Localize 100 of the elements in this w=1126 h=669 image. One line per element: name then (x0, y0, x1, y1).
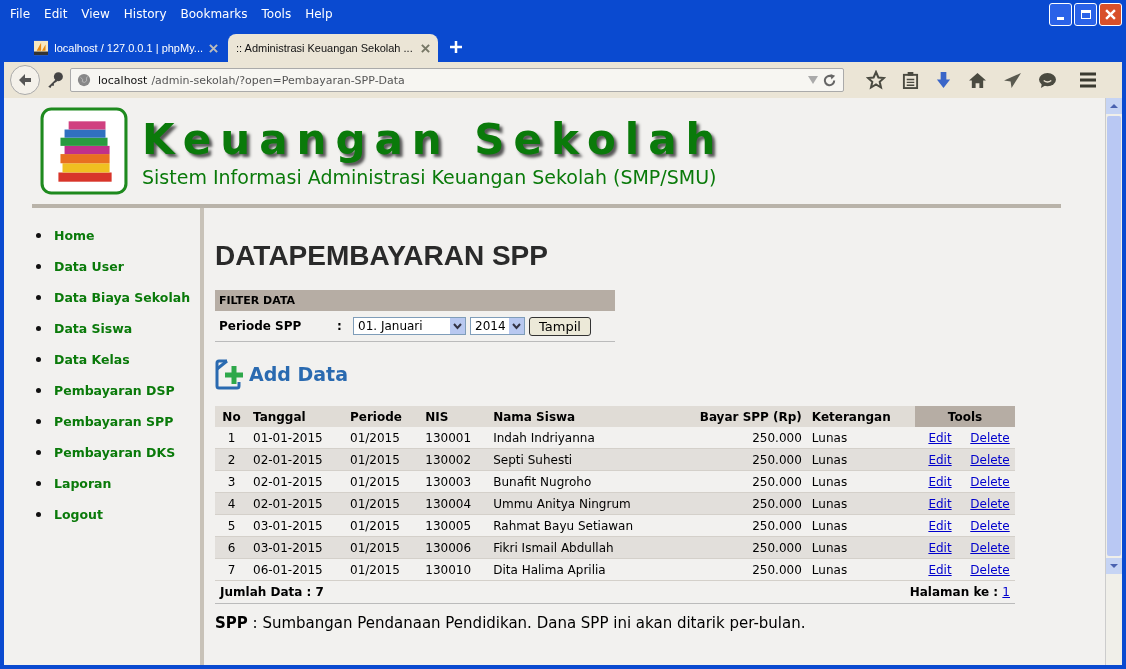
period-cell: 01/2015 (345, 536, 421, 559)
site-title: Keuangan Sekolah (142, 114, 725, 166)
field-label: Periode SPP (218, 319, 303, 333)
nis-cell: 130005 (420, 514, 489, 537)
menu-item[interactable]: Edit (44, 7, 68, 21)
sidebar-link[interactable]: Home (54, 228, 95, 243)
menu-item[interactable]: Help (305, 7, 333, 21)
amount-cell: 250.000 (670, 558, 807, 581)
amount-cell: 250.000 (670, 448, 807, 471)
scrollbar[interactable] (1105, 98, 1122, 665)
row-action-link[interactable]: Edit (928, 474, 952, 489)
number-cell: 6 (215, 536, 248, 559)
row-action-link[interactable]: Delete (970, 474, 1010, 489)
browser-tab[interactable]: localhost / 127.0.0.1 | phpMy... (26, 34, 226, 62)
row-action-link[interactable]: Edit (928, 518, 952, 533)
page-label: Halaman ke : (909, 585, 999, 599)
maximize-button[interactable] (1074, 2, 1097, 26)
period-cell: 01/2015 (345, 558, 421, 581)
date-cell: 02-01-2015 (248, 492, 345, 515)
number-cell: 3 (215, 470, 248, 493)
scroll-down-button[interactable] (1106, 558, 1122, 574)
row-action-link[interactable]: Edit (928, 562, 952, 577)
bullet-icon (36, 450, 41, 455)
menu-item[interactable]: View (81, 7, 110, 21)
nis-cell: 130004 (420, 492, 489, 515)
colon-label: : (337, 319, 343, 333)
show-button[interactable]: Tampil (529, 316, 591, 336)
new-tab-icon[interactable] (450, 41, 462, 53)
amount-cell: 250.000 (670, 536, 807, 559)
column-header: Tools (915, 406, 1015, 427)
status-cell: Lunas (806, 470, 915, 493)
column-header: Keterangan (806, 406, 915, 427)
menu-item[interactable]: History (123, 7, 167, 21)
name-cell: Dita Halima Aprilia (488, 558, 671, 581)
sidebar-link[interactable]: Pembayaran DKS (54, 445, 176, 460)
reload-icon[interactable] (822, 72, 837, 88)
sidebar-link[interactable]: Data Kelas (54, 352, 130, 367)
row-action-link[interactable]: Edit (928, 430, 952, 445)
amount-cell: 250.000 (670, 514, 807, 537)
clipboard-icon[interactable] (902, 70, 919, 90)
row-action-link[interactable]: Delete (970, 518, 1010, 533)
home-icon[interactable] (968, 71, 987, 89)
close-button[interactable] (1099, 2, 1122, 26)
date-cell: 03-01-2015 (248, 514, 345, 537)
add-data-link[interactable]: Add Data (249, 363, 349, 385)
row-action-link[interactable]: Delete (970, 430, 1010, 445)
bullet-icon (36, 388, 41, 393)
bullet-icon (36, 512, 41, 517)
page-heading: DATAPEMBAYARAN SPP (215, 240, 549, 272)
row-action-link[interactable]: Delete (970, 562, 1010, 577)
close-tab-icon[interactable] (209, 43, 218, 53)
paper-plane-icon[interactable] (1003, 71, 1022, 89)
period-cell: 01/2015 (345, 492, 421, 515)
browser-tab[interactable]: :: Administrasi Keuangan Sekolah ... (228, 34, 438, 62)
scroll-thumb[interactable] (1107, 116, 1121, 556)
chat-bubble-icon[interactable] (1038, 71, 1057, 89)
bullet-icon (36, 326, 41, 331)
star-icon[interactable] (866, 70, 886, 90)
amount-cell: 250.000 (670, 470, 807, 493)
download-icon[interactable] (935, 70, 952, 90)
name-cell: Ummu Anitya Ningrum (488, 492, 671, 515)
close-tab-icon[interactable] (421, 43, 430, 53)
minimize-button[interactable] (1049, 2, 1072, 26)
sidebar-link[interactable]: Data Siswa (54, 321, 133, 336)
menu-item[interactable]: Tools (261, 7, 292, 21)
menu-item[interactable]: File (10, 7, 31, 21)
name-cell: Indah Indriyanna (488, 427, 671, 449)
sidebar-link[interactable]: Data Biaya Sekolah (54, 290, 191, 305)
nis-cell: 130006 (420, 536, 489, 559)
back-button[interactable] (10, 65, 40, 95)
number-cell: 2 (215, 448, 248, 471)
address-bar[interactable]: localhost /admin-sekolah/?open=Pembayaran-SPP-Data (70, 68, 844, 92)
name-cell: Septi Suhesti (488, 448, 671, 471)
menu-icon[interactable] (1079, 72, 1097, 88)
page-link[interactable]: 1 (1002, 585, 1010, 599)
sidebar-link[interactable]: Pembayaran SPP (54, 414, 174, 429)
sidebar-link[interactable]: Logout (54, 507, 103, 522)
name-cell: Fikri Ismail Abdullah (488, 536, 671, 559)
sidebar-link[interactable]: Data User (54, 259, 124, 274)
filter-title: FILTER DATA (215, 290, 615, 311)
sail-icon (34, 40, 49, 56)
sidebar-link[interactable]: Laporan (54, 476, 112, 491)
period-cell: 01/2015 (345, 448, 421, 471)
name-cell: Bunafit Nugroho (488, 470, 671, 493)
nis-cell: 130002 (420, 448, 489, 471)
nis-cell: 130010 (420, 558, 489, 581)
sidebar-link[interactable]: Pembayaran DSP (54, 383, 175, 398)
number-cell: 7 (215, 558, 248, 581)
date-cell: 03-01-2015 (248, 536, 345, 559)
period-cell: 01/2015 (345, 427, 421, 449)
period-cell: 01/2015 (345, 514, 421, 537)
month-select[interactable]: 01. Januari (353, 317, 466, 335)
scroll-up-button[interactable] (1106, 98, 1122, 114)
menu-item[interactable]: Bookmarks (180, 7, 248, 21)
bullet-icon (36, 233, 41, 238)
key-icon[interactable] (46, 71, 64, 89)
back-arrow-icon (17, 72, 33, 88)
year-select[interactable]: 2014 (470, 317, 525, 335)
bullet-icon (36, 481, 41, 486)
status-cell: Lunas (806, 558, 915, 581)
